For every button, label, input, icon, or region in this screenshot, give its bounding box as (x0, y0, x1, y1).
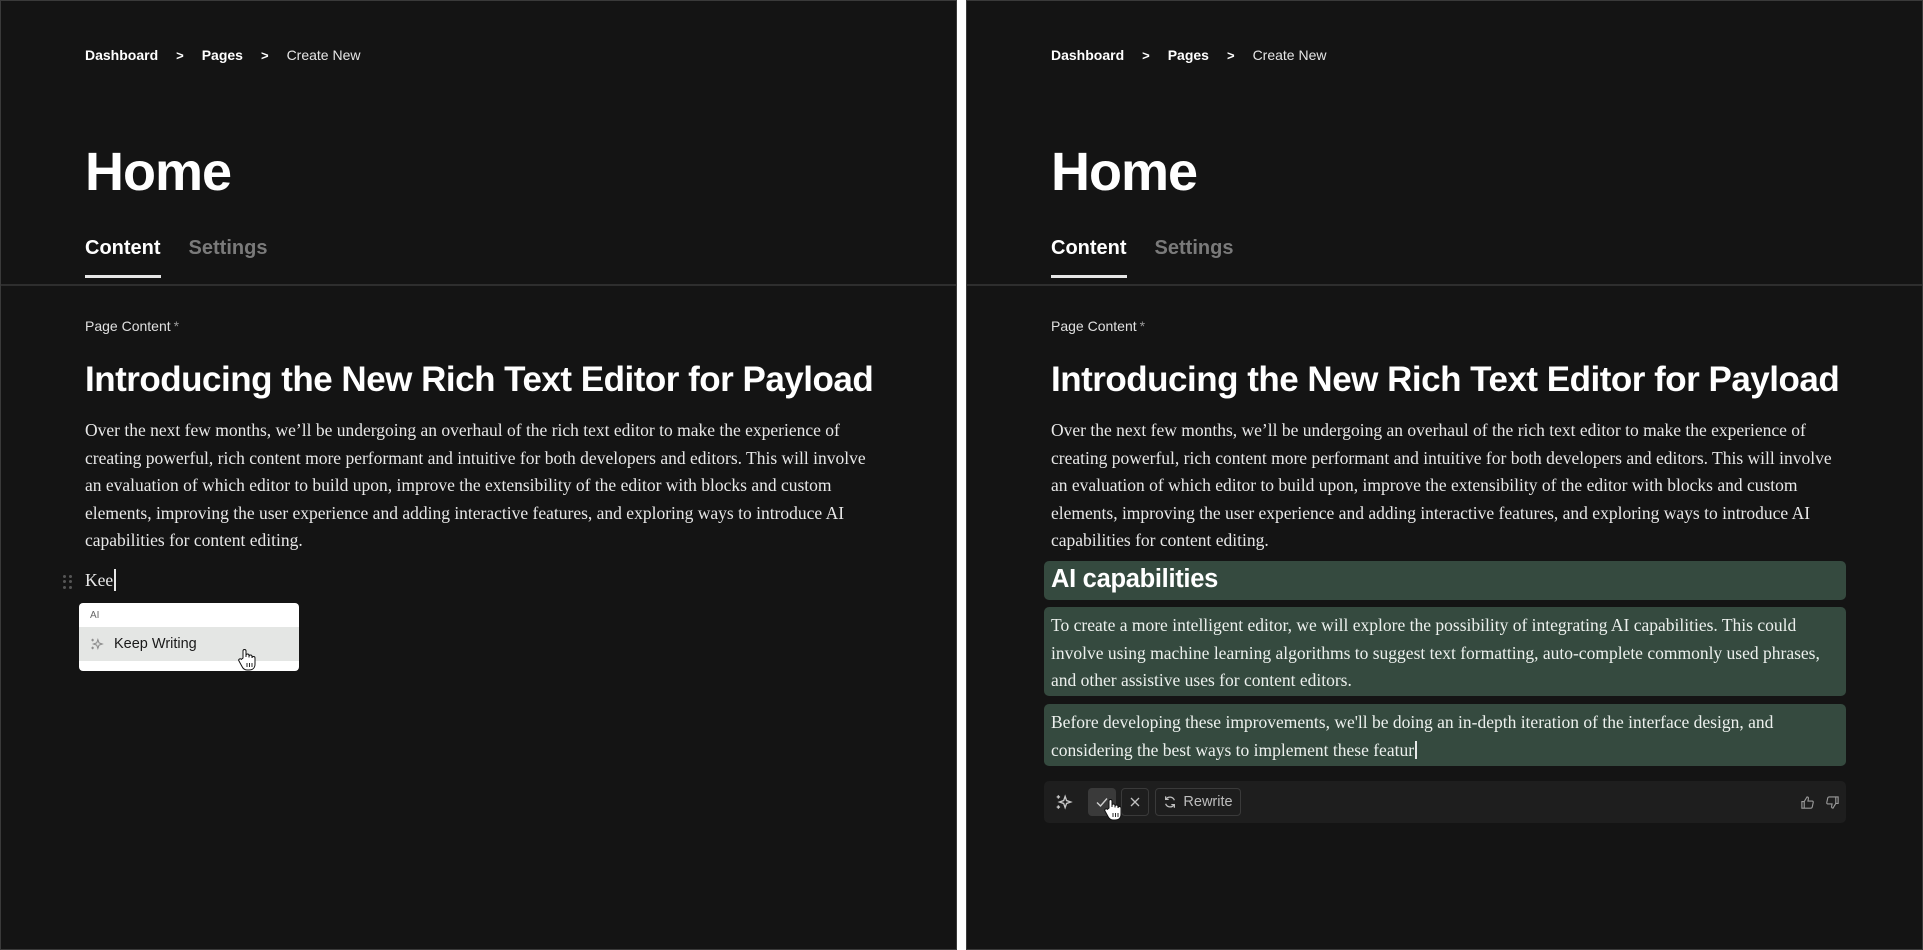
rewrite-label: Rewrite (1183, 794, 1233, 810)
breadcrumb-pages[interactable]: Pages (1168, 47, 1209, 63)
breadcrumb-pages[interactable]: Pages (202, 47, 243, 63)
typed-text: Kee (85, 569, 114, 590)
menu-item-label: Keep Writing (114, 636, 197, 652)
ai-suggestion-toolbar: Rewrite (1044, 781, 1846, 823)
ai-paragraph-text: To create a more intelligent editor, we … (1051, 615, 1820, 691)
ai-generated-paragraph-streaming[interactable]: Before developing these improvements, we… (1044, 704, 1846, 766)
doc-paragraph[interactable]: Over the next few months, we’ll be under… (1051, 417, 1841, 555)
slash-command-menu: AI Keep Writing (79, 603, 299, 671)
ai-sparkle-button[interactable] (1052, 788, 1076, 816)
doc-paragraph[interactable]: Over the next few months, we’ll be under… (85, 417, 875, 555)
hand-cursor-icon (1104, 799, 1122, 821)
rewrite-button[interactable]: Rewrite (1155, 788, 1241, 816)
required-mark: * (1139, 318, 1146, 334)
thumbs-up-icon (1800, 795, 1814, 809)
page-title: Home (1051, 142, 1198, 202)
thumbs-down-button[interactable] (1823, 788, 1841, 816)
thumbs-down-icon (1825, 795, 1839, 809)
chevron-right-icon: > (260, 47, 269, 63)
tab-content[interactable]: Content (85, 237, 161, 278)
close-icon (1130, 797, 1140, 807)
sparkle-icon (89, 636, 105, 652)
ai-heading-text: AI capabilities (1051, 565, 1218, 593)
editor-current-line[interactable]: Kee (63, 569, 116, 591)
chevron-right-icon: > (1142, 47, 1150, 63)
menu-item-keep-writing[interactable]: Keep Writing (79, 627, 299, 661)
breadcrumb: Dashboard > Pages > Create New (1051, 47, 1326, 63)
streaming-text: Before developing these improvements, we… (1051, 712, 1774, 760)
tab-bar: Content Settings (1051, 237, 1233, 278)
hand-cursor-icon (238, 649, 256, 671)
ai-generated-paragraph[interactable]: To create a more intelligent editor, we … (1044, 607, 1846, 696)
ai-paragraph-text: Before developing these improvements, we… (1051, 709, 1836, 764)
menu-group-label: AI (90, 610, 100, 621)
page-title: Home (85, 142, 232, 202)
editor-panel-right: Dashboard > Pages > Create New Home Cont… (966, 0, 1923, 950)
text-caret (114, 569, 116, 591)
refresh-icon (1165, 796, 1176, 808)
tab-settings[interactable]: Settings (1155, 237, 1234, 278)
chevron-right-icon: > (176, 47, 184, 63)
thumbs-up-button[interactable] (1798, 788, 1816, 816)
breadcrumb-dashboard[interactable]: Dashboard (1051, 47, 1124, 63)
chevron-right-icon: > (1226, 47, 1235, 63)
sparkle-icon (1056, 794, 1073, 810)
required-mark: * (173, 318, 180, 334)
tab-settings[interactable]: Settings (189, 237, 268, 278)
field-label-text: Page Content (85, 318, 171, 334)
breadcrumb: Dashboard > Pages > Create New (85, 47, 360, 63)
tab-divider (1, 284, 956, 286)
tab-divider (967, 284, 1922, 286)
editor-panel-left: Dashboard > Pages > Create New Home Cont… (0, 0, 957, 950)
field-label-text: Page Content (1051, 318, 1137, 334)
drag-handle-icon[interactable] (63, 575, 73, 589)
text-caret (1415, 740, 1417, 759)
tab-bar: Content Settings (85, 237, 267, 278)
tab-content[interactable]: Content (1051, 237, 1127, 278)
field-label: Page Content * (1051, 318, 1145, 334)
breadcrumb-dashboard[interactable]: Dashboard (85, 47, 158, 63)
doc-heading[interactable]: Introducing the New Rich Text Editor for… (1051, 360, 1840, 400)
breadcrumb-current: Create New (286, 47, 361, 63)
doc-heading[interactable]: Introducing the New Rich Text Editor for… (85, 360, 874, 400)
ai-generated-heading[interactable]: AI capabilities (1044, 561, 1846, 600)
breadcrumb-current: Create New (1252, 47, 1327, 63)
reject-button[interactable] (1121, 788, 1149, 816)
field-label: Page Content * (85, 318, 179, 334)
